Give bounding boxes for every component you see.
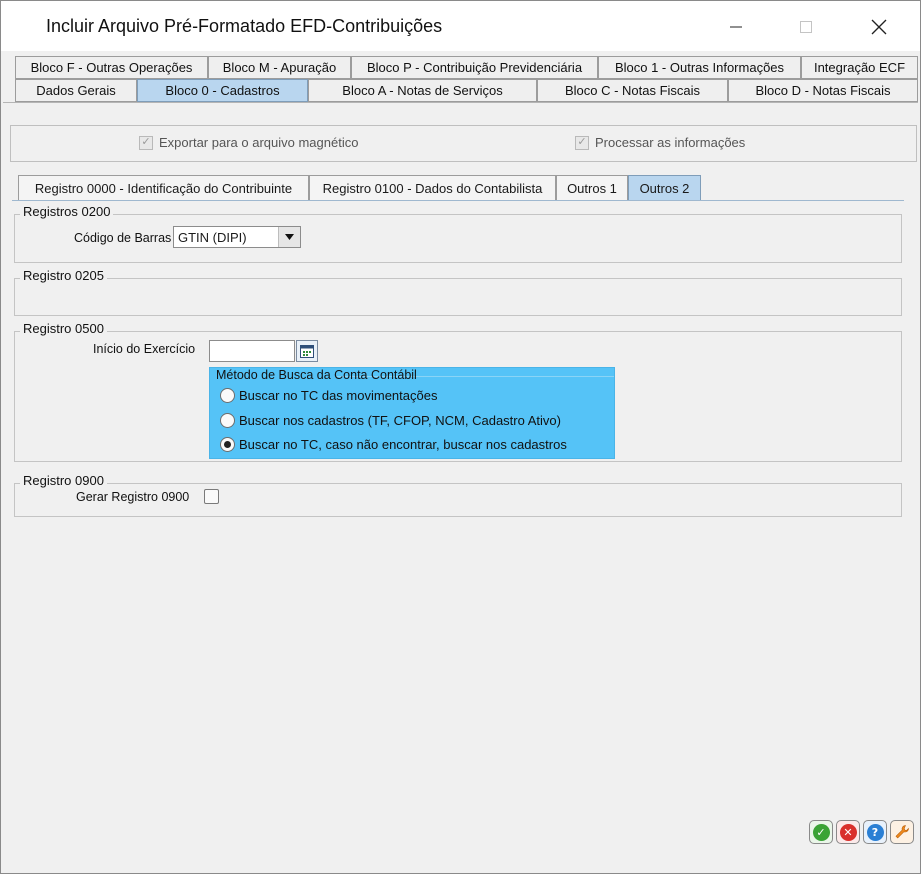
radio-label: Buscar no TC, caso não encontrar, buscar… [239, 437, 567, 452]
calendar-button[interactable] [296, 340, 318, 362]
chevron-down-icon[interactable] [278, 227, 300, 247]
tab-integracao-ecf[interactable]: Integração ECF [801, 56, 918, 79]
minimize-icon [730, 26, 742, 28]
subtab-outros-1[interactable]: Outros 1 [556, 175, 628, 201]
tab-bloco-0[interactable]: Bloco 0 - Cadastros [137, 79, 308, 102]
subtab-divider [12, 200, 904, 201]
tab-bloco-d[interactable]: Bloco D - Notas Fiscais [728, 79, 918, 102]
tab-label: Bloco C - Notas Fiscais [564, 83, 701, 98]
question-icon: ? [866, 823, 884, 841]
codigo-barras-value: GTIN (DIPI) [178, 229, 247, 245]
radio-dot [224, 441, 231, 448]
subtab-label: Outros 2 [639, 180, 690, 196]
inicio-exercicio-input[interactable] [209, 340, 295, 362]
confirm-button[interactable]: ✓ [809, 820, 833, 844]
calendar-icon [300, 344, 314, 358]
tab-bloco-c[interactable]: Bloco C - Notas Fiscais [537, 79, 728, 102]
radio-button[interactable] [220, 388, 235, 403]
group-title: Registro 0900 [20, 473, 107, 488]
subtab-outros-2[interactable]: Outros 2 [628, 175, 701, 201]
minimize-button[interactable] [716, 9, 756, 45]
x-icon: ✕ [839, 823, 857, 841]
close-button[interactable] [859, 9, 899, 45]
radio-option-tc-movimentacoes[interactable]: Buscar no TC das movimentações [220, 388, 437, 403]
group-title: Registros 0200 [20, 204, 114, 219]
dialog-window: Incluir Arquivo Pré-Formatado EFD-Contri… [0, 0, 921, 874]
tab-dados-gerais[interactable]: Dados Gerais [15, 79, 137, 102]
tab-bloco-a[interactable]: Bloco A - Notas de Serviços [308, 79, 537, 102]
tools-button[interactable] [890, 820, 914, 844]
radio-button[interactable] [220, 413, 235, 428]
window-title: Incluir Arquivo Pré-Formatado EFD-Contri… [46, 16, 443, 36]
wrench-icon [895, 825, 909, 839]
help-button[interactable]: ? [863, 820, 887, 844]
tab-label: Bloco D - Notas Fiscais [755, 83, 891, 98]
exportar-checkbox[interactable]: ✓ [139, 135, 153, 150]
metodo-busca-group: Método de Busca da Conta Contábil Buscar… [209, 367, 615, 459]
title-bar: Incluir Arquivo Pré-Formatado EFD-Contri… [1, 1, 920, 51]
export-options-box: ✓ Exportar para o arquivo magnético ✓ Pr… [10, 125, 917, 162]
subtab-registro-0000[interactable]: Registro 0000 - Identificação do Contrib… [18, 175, 309, 201]
exportar-checkbox-row[interactable]: ✓ Exportar para o arquivo magnético [139, 135, 358, 150]
close-icon [871, 19, 887, 35]
check-icon: ✓ [812, 823, 830, 841]
tab-label: Bloco M - Apuração [222, 60, 337, 75]
radio-label: Buscar nos cadastros (TF, CFOP, NCM, Cad… [239, 413, 561, 428]
tab-label: Dados Gerais [36, 83, 116, 98]
inicio-exercicio-label: Início do Exercício [93, 342, 196, 356]
subtab-registro-0100[interactable]: Registro 0100 - Dados do Contabilista [309, 175, 556, 201]
codigo-barras-select[interactable]: GTIN (DIPI) [173, 226, 301, 248]
subtab-label: Registro 0100 - Dados do Contabilista [322, 180, 543, 196]
group-title: Registro 0500 [20, 321, 107, 336]
tab-label: Bloco A - Notas de Serviços [342, 83, 503, 98]
tab-bloco-f[interactable]: Bloco F - Outras Operações [15, 56, 208, 79]
exportar-label: Exportar para o arquivo magnético [159, 135, 359, 150]
tab-label: Bloco 0 - Cadastros [165, 83, 280, 98]
tab-bloco-1[interactable]: Bloco 1 - Outras Informações [598, 56, 801, 79]
subtab-label: Outros 1 [567, 180, 617, 196]
radio-label: Buscar no TC das movimentações [239, 388, 438, 403]
metodo-busca-title: Método de Busca da Conta Contábil [216, 368, 417, 382]
processar-checkbox-row[interactable]: ✓ Processar as informações [575, 135, 745, 150]
radio-button-selected[interactable] [220, 437, 235, 452]
gerar-registro-checkbox[interactable] [204, 489, 219, 504]
tab-label: Bloco 1 - Outras Informações [614, 60, 785, 75]
codigo-barras-label: Código de Barras [74, 231, 172, 245]
tab-bloco-m[interactable]: Bloco M - Apuração [208, 56, 351, 79]
radio-option-tc-cadastros[interactable]: Buscar no TC, caso não encontrar, buscar… [220, 437, 567, 452]
tab-label: Bloco F - Outras Operações [30, 60, 193, 75]
maximize-button[interactable] [786, 9, 826, 45]
tab-label: Bloco P - Contribuição Previdenciária [366, 60, 583, 75]
group-title: Registro 0205 [20, 268, 107, 283]
tab-bloco-p[interactable]: Bloco P - Contribuição Previdenciária [351, 56, 598, 79]
processar-label: Processar as informações [595, 135, 746, 150]
processar-checkbox[interactable]: ✓ [575, 135, 589, 150]
cancel-button[interactable]: ✕ [836, 820, 860, 844]
radio-option-cadastros[interactable]: Buscar nos cadastros (TF, CFOP, NCM, Cad… [220, 413, 561, 428]
gerar-registro-label: Gerar Registro 0900 [76, 490, 190, 504]
tab-label: Integração ECF [813, 60, 906, 75]
group-registro-0205: Registro 0205 [14, 268, 902, 316]
maximize-icon [800, 21, 812, 33]
subtab-label: Registro 0000 - Identificação do Contrib… [34, 180, 293, 196]
